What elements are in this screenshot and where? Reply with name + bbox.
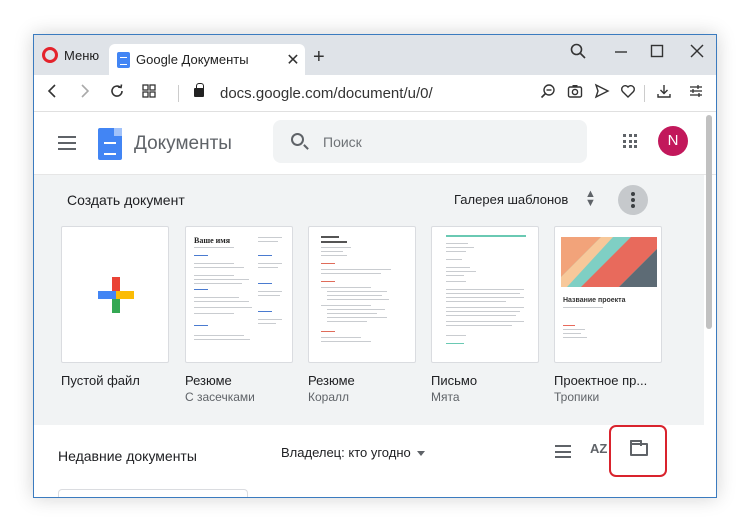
docs-favicon-icon [117, 51, 130, 68]
easy-setup-icon[interactable] [686, 83, 706, 104]
folder-icon [630, 440, 648, 456]
template-name: Резюме [308, 373, 355, 388]
template-resume-coral[interactable]: Резюме Коралл [308, 226, 416, 404]
new-tab-button[interactable]: + [313, 46, 325, 69]
create-document-heading: Создать документ [67, 192, 185, 208]
docs-header: Документы Поиск N [34, 112, 716, 175]
more-options-icon[interactable] [618, 185, 648, 215]
tab-close-icon[interactable]: ✕ [281, 50, 305, 70]
tropics-graphic-icon [561, 237, 657, 287]
resume-name-preview: Ваше имя [194, 236, 231, 245]
docs-logo-icon[interactable] [98, 128, 122, 160]
owner-filter-dropdown[interactable]: Владелец: кто угодно [281, 445, 425, 460]
snapshot-camera-icon[interactable] [565, 83, 585, 104]
tab-google-docs[interactable]: Google Документы ✕ [109, 44, 305, 75]
template-thumbnail[interactable] [61, 226, 169, 363]
lock-icon[interactable] [194, 83, 204, 97]
browser-window: Меню Google Документы ✕ + docs.google.co… [33, 34, 717, 498]
document-card[interactable] [58, 489, 248, 497]
chevron-down-icon [416, 451, 425, 457]
template-name: Пустой файл [61, 373, 140, 388]
template-letter-mint[interactable]: Письмо Мята [431, 226, 539, 404]
opera-logo-icon [42, 47, 58, 63]
main-menu-icon[interactable] [58, 136, 76, 150]
zoom-icon[interactable] [538, 83, 558, 104]
template-blank[interactable]: Пустой файл [61, 226, 169, 388]
close-window-icon[interactable] [685, 43, 709, 64]
bookmark-heart-icon[interactable] [618, 83, 638, 104]
search-box[interactable]: Поиск [273, 120, 587, 163]
reload-icon[interactable] [107, 83, 127, 104]
search-tabs-icon[interactable] [566, 43, 590, 64]
owner-filter-label: Владелец: кто угодно [281, 445, 411, 460]
expand-collapse-icon[interactable]: ▲ ▼ [585, 189, 596, 209]
template-resume-serif[interactable]: Ваше имя Резюме С засечками [185, 226, 293, 404]
tabs-overview-icon[interactable] [139, 83, 159, 104]
opera-menu-button[interactable]: Меню [42, 47, 99, 63]
list-view-icon[interactable] [555, 445, 571, 458]
download-icon[interactable] [654, 83, 674, 104]
search-input[interactable]: Поиск [323, 134, 362, 150]
template-gallery: Создать документ Галерея шаблонов ▲ ▼ Пус… [34, 175, 704, 425]
google-apps-icon[interactable] [623, 134, 637, 148]
template-project-tropics[interactable]: Название проекта Проектное пр... Тропики [554, 226, 662, 404]
sort-az-icon[interactable]: AZ [590, 441, 607, 456]
template-gallery-link[interactable]: Галерея шаблонов [454, 192, 568, 207]
page-scrollbar[interactable] [706, 115, 712, 329]
search-icon[interactable] [291, 133, 304, 146]
template-subtitle: Коралл [308, 390, 350, 404]
template-subtitle: С засечками [185, 390, 255, 404]
tab-bar: Меню Google Документы ✕ + [34, 35, 716, 75]
template-name: Проектное пр... [554, 373, 648, 388]
template-subtitle: Мята [431, 390, 460, 404]
template-name: Письмо [431, 373, 478, 388]
template-thumbnail[interactable] [431, 226, 539, 363]
minimize-icon[interactable] [609, 43, 633, 64]
account-avatar[interactable]: N [658, 126, 688, 156]
tab-title: Google Документы [136, 52, 249, 67]
send-icon[interactable] [592, 83, 612, 104]
maximize-icon[interactable] [645, 43, 669, 64]
template-name: Резюме [185, 373, 232, 388]
back-icon[interactable] [42, 83, 62, 104]
forward-icon[interactable] [75, 83, 95, 104]
template-thumbnail[interactable]: Ваше имя [185, 226, 293, 363]
project-title-preview: Название проекта [563, 297, 626, 304]
app-title[interactable]: Документы [134, 133, 232, 155]
template-thumbnail[interactable] [308, 226, 416, 363]
recent-documents-heading: Недавние документы [58, 448, 197, 464]
url-field[interactable]: docs.google.com/document/u/0/ [220, 85, 433, 102]
address-separator-2 [644, 85, 645, 102]
menu-label: Меню [64, 47, 100, 63]
address-separator [178, 85, 179, 102]
template-subtitle: Тропики [554, 390, 600, 404]
open-file-picker-button[interactable] [609, 425, 667, 477]
address-bar: docs.google.com/document/u/0/ [34, 75, 716, 112]
template-thumbnail[interactable]: Название проекта [554, 226, 662, 363]
